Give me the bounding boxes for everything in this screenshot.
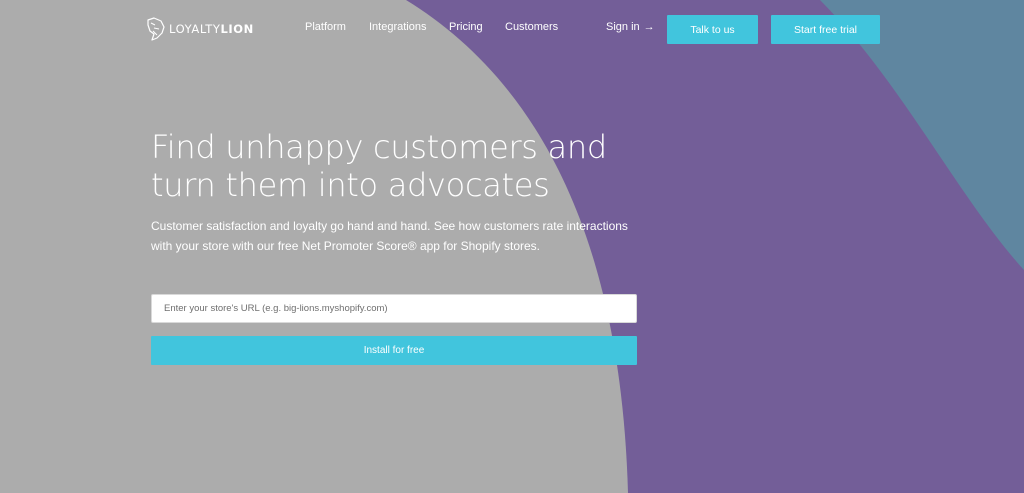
nav-item-pricing[interactable]: Pricing — [449, 21, 483, 33]
talk-to-us-button[interactable]: Talk to us — [667, 15, 758, 44]
logo[interactable]: LOYALTYLION — [145, 15, 254, 43]
install-for-free-button[interactable]: Install for free — [151, 336, 637, 365]
logo-text-regular: LOYALTY — [169, 22, 221, 36]
sign-in-link[interactable]: Sign in → — [606, 21, 655, 33]
nav-item-platform[interactable]: Platform — [305, 21, 346, 33]
arrow-right-icon: → — [643, 21, 655, 33]
logo-wordmark: LOYALTYLION — [169, 22, 254, 36]
nav-item-customers[interactable]: Customers — [505, 21, 558, 33]
hero-headline: Find unhappy customers and turn them int… — [151, 128, 607, 204]
start-free-trial-button[interactable]: Start free trial — [771, 15, 880, 44]
lion-head-icon — [147, 17, 165, 41]
sign-in-label: Sign in — [606, 21, 640, 33]
nav-item-integrations[interactable]: Integrations — [369, 21, 426, 33]
store-url-input[interactable] — [151, 294, 637, 323]
landing-page: LOYALTYLION Platform Integrations Pricin… — [0, 0, 1024, 493]
logo-text-bold: LION — [220, 22, 254, 36]
hero-subtext: Customer satisfaction and loyalty go han… — [151, 219, 628, 253]
